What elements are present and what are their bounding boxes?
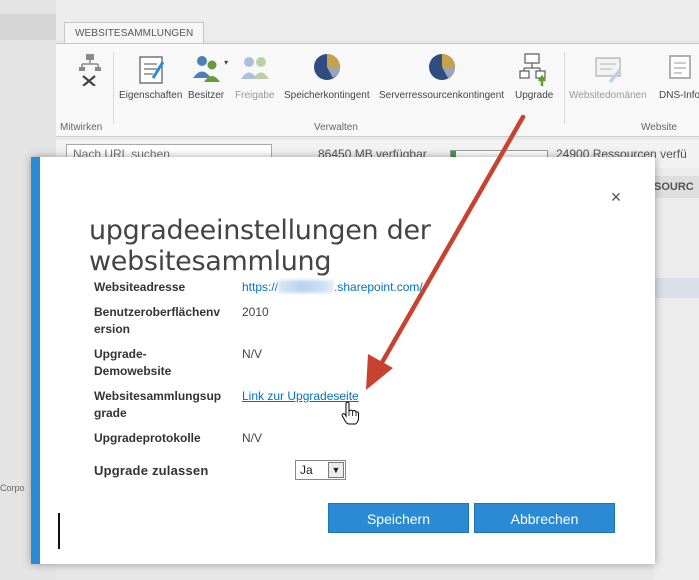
group-label-verwalten: Verwalten [314,122,358,133]
list-pane [654,168,699,580]
chevron-down-icon[interactable]: ▼ [328,462,344,478]
upgrade-button[interactable]: Upgrade [515,52,553,101]
left-nav-band [0,14,56,40]
pie-chart-icon [313,54,340,80]
ribbon-separator [564,52,565,124]
sharing-label: Freigabe [235,90,275,101]
upgrade-log-label: Upgradeprotokolle [94,431,201,445]
owners-label: Besitzer [188,90,225,101]
properties-icon [138,56,164,84]
sitemap-delete-icon [79,54,101,86]
allow-upgrade-row: Upgrade zulassen Ja ▼ [94,460,634,482]
selected-row-band [654,278,699,298]
upgrade-icon [519,53,547,86]
cancel-button[interactable]: Abbrechen [474,503,615,533]
pie-chart-icon [428,54,455,80]
group-label-website: Website [641,122,677,133]
sharing-icon [240,57,269,79]
site-address-prefix[interactable]: https:// [242,280,278,294]
collection-upgrade-label: Websitesammlungsup grade [94,389,222,420]
storage-quota-label: Speicherkontingent [284,90,370,101]
dns-info-button[interactable]: DNS-Info [659,52,699,101]
owners-button[interactable]: Besitzer ▾ [188,52,228,101]
owners-dropdown-icon: ▾ [224,58,229,67]
close-icon[interactable]: × [607,188,625,206]
allow-upgrade-label: Upgrade zulassen [94,463,209,478]
save-button[interactable]: Speichern [328,503,469,533]
server-resource-quota-button[interactable]: Serverressourcenkontingent [379,52,504,101]
upgrade-settings-dialog: × upgradeeinstellungen der websitesammlu… [31,157,655,564]
dialog-accent-bar [31,157,40,564]
storage-quota-button[interactable]: Speicherkontingent [284,52,370,101]
footer-fragment: Corpo [0,483,25,493]
mitwirken-tool-button[interactable] [74,52,106,90]
group-label-mitwirken: Mitwirken [60,122,103,133]
dns-icon [668,55,691,79]
sharing-button[interactable]: Freigabe [235,52,274,101]
hand-cursor-icon [341,401,359,425]
dns-info-label: DNS-Info [659,90,699,101]
site-address-label: Websiteadresse [94,280,186,294]
site-domains-button[interactable]: Websitedomänen [569,52,647,101]
upgrade-label: Upgrade [515,90,554,101]
owners-icon [193,56,221,82]
site-domains-icon [595,57,621,83]
redacted-tenant-name [278,280,335,293]
ribbon-separator [113,52,114,124]
column-header[interactable]: SOURC [654,176,699,198]
site-address-suffix[interactable]: .sharepoint.com/ [334,280,423,294]
allow-upgrade-selected-value: Ja [300,463,313,477]
page-edge-line [58,513,60,549]
ribbon-tab-websitesammlungen[interactable]: WEBSITESAMMLUNGEN [64,22,205,44]
server-resource-quota-label: Serverressourcenkontingent [379,90,505,101]
demo-site-label: Upgrade- Demowebsite [94,347,172,378]
dialog-title: upgradeeinstellungen der websitesammlung [89,215,431,277]
properties-button[interactable]: Eigenschaften [119,52,182,101]
site-domains-label: Websitedomänen [569,90,647,101]
upgrade-log-value: N/V [242,431,263,445]
allow-upgrade-select[interactable]: Ja ▼ [295,460,346,480]
ui-version-label: Benutzeroberflächenv ersion [94,305,221,336]
site-address-value[interactable]: https:// .sharepoint.com/ [242,279,423,296]
ribbon: Eigenschaften Besitzer ▾ Freigabe Speich… [56,43,699,137]
properties-label: Eigenschaften [119,90,183,101]
ui-version-value: 2010 [242,305,269,319]
demo-site-value: N/V [242,347,263,361]
